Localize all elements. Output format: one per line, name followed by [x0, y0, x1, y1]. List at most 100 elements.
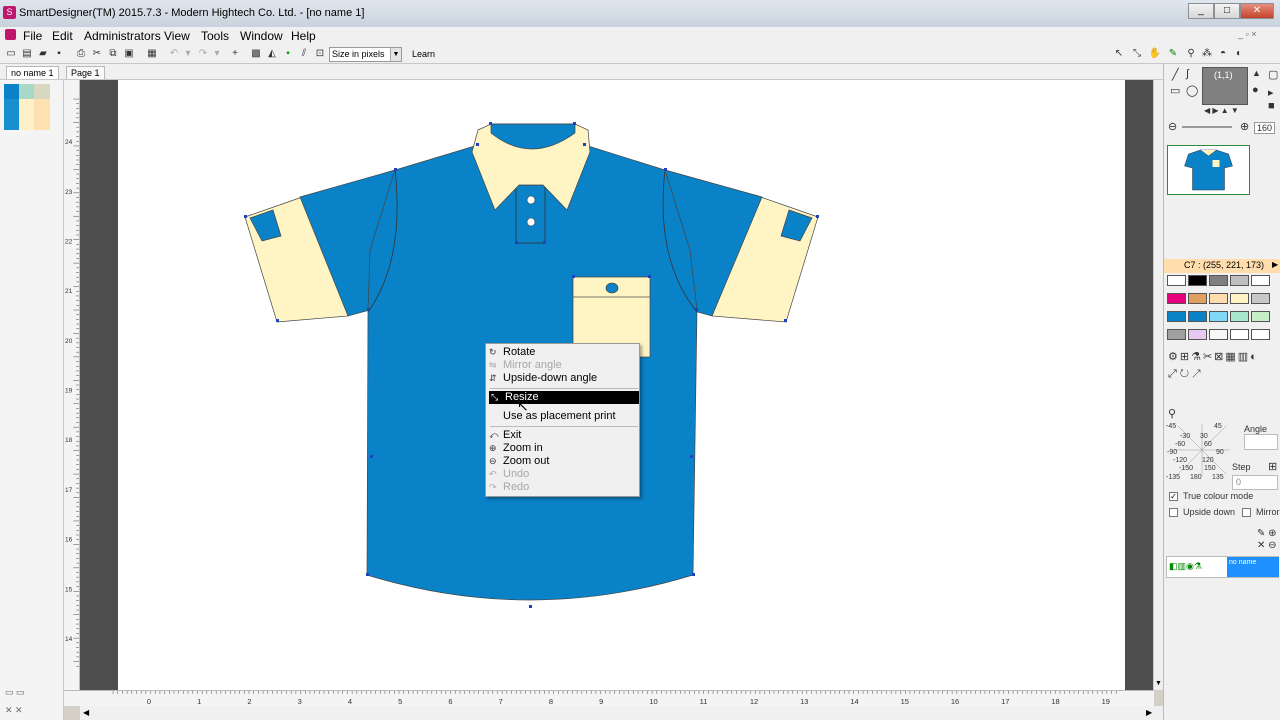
fill-icon[interactable]: ◭ — [265, 47, 279, 61]
menu-item-undo[interactable]: ↶ Undo — [487, 468, 639, 481]
chevron-down-icon[interactable]: ▼ — [390, 48, 401, 61]
bucket-icon[interactable]: ◓ — [1216, 47, 1230, 61]
brush-icon[interactable]: ✎ — [1166, 47, 1180, 61]
mdi-controls[interactable]: _ ▫ × — [1238, 29, 1256, 39]
palette-swatch[interactable] — [1167, 329, 1186, 340]
point-icon[interactable]: ▪ — [281, 47, 295, 61]
vertical-scrollbar[interactable]: ▼ — [1153, 80, 1163, 690]
copy-icon[interactable]: ⧉ — [106, 47, 120, 61]
folder-icon[interactable]: ▰ — [36, 47, 50, 61]
palette-swatch[interactable] — [1230, 329, 1249, 340]
undo-dropdown-icon[interactable]: ▾ — [181, 47, 195, 61]
layer-tools-icons-2[interactable]: ✕ ⊖ — [1257, 540, 1277, 551]
line-tool-icon[interactable]: ⫽ — [297, 47, 311, 61]
upside-down-checkbox[interactable] — [1169, 508, 1178, 517]
palette-swatch[interactable] — [1167, 275, 1186, 286]
print-icon[interactable]: ⎙ — [74, 47, 88, 61]
zoom-in-icon[interactable]: ⊕ — [1240, 120, 1249, 133]
menu-item-exit[interactable]: ⤺ Exit — [487, 429, 639, 442]
spray-icon[interactable]: ⁂ — [1200, 47, 1214, 61]
zoom-slider[interactable] — [1182, 126, 1232, 128]
redo-icon[interactable]: ↷ — [196, 47, 210, 61]
open-icon[interactable]: ▤ — [20, 47, 34, 61]
tab-no-name-1[interactable]: no name 1 — [6, 66, 59, 79]
palette-swatch[interactable] — [1188, 311, 1207, 322]
eyedropper-icon[interactable]: ⚲ — [1184, 47, 1198, 61]
palette-swatch[interactable] — [1230, 275, 1249, 286]
zoom-out-icon[interactable]: ⊖ — [1168, 120, 1177, 133]
pointer-icon[interactable]: ↖ — [1112, 47, 1126, 61]
menu-item-upside-down-angle[interactable]: ⇵ Upside-down angle — [487, 372, 639, 385]
scroll-left-icon[interactable]: ◀ — [83, 708, 89, 717]
palette-tools-icons[interactable]: ⚙⊞⚗✂⊠▦▥◐ — [1168, 350, 1259, 363]
transform-tools-icons[interactable]: ⤢↻↗ — [1168, 368, 1204, 381]
line-tool-icon[interactable]: ╱ — [1172, 68, 1179, 81]
cut-icon[interactable]: ✂ — [90, 47, 104, 61]
menu-item-resize[interactable]: ⤡ Resize — [489, 391, 639, 404]
menu-item-rotate[interactable]: ↻ Rotate — [487, 346, 639, 359]
size-mode-select[interactable]: Size in pixels ▼ — [329, 47, 402, 62]
redo-dropdown-icon[interactable]: ▾ — [210, 47, 224, 61]
zoom-value[interactable]: 160 — [1254, 122, 1276, 134]
palette-swatch[interactable] — [1230, 311, 1249, 322]
menu-help[interactable]: Help — [291, 29, 316, 43]
palette-swatch[interactable] — [1167, 293, 1186, 304]
lock-icon[interactable]: ⊡ — [313, 47, 327, 61]
layer-visibility-icons[interactable]: ◧▥◉⚗ — [1169, 561, 1202, 572]
palette-swatch[interactable] — [1209, 293, 1228, 304]
angle-field[interactable] — [1244, 434, 1278, 450]
horizontal-scrollbar[interactable]: ◀ ▶ — [80, 706, 1163, 720]
maximize-button[interactable]: □ — [1214, 3, 1240, 19]
new-icon[interactable]: ▭ — [4, 47, 18, 61]
palette-swatch[interactable] — [1188, 293, 1207, 304]
palette-swatch[interactable] — [1167, 311, 1186, 322]
angle-tool-icon[interactable]: ⚲ — [1168, 407, 1176, 420]
step-field[interactable]: 0 — [1232, 475, 1278, 490]
palette-swatch[interactable] — [1251, 311, 1270, 322]
grid-icon[interactable]: ▦ — [145, 47, 159, 61]
paste-icon[interactable]: ▣ — [122, 47, 136, 61]
menu-edit[interactable]: Edit — [52, 29, 73, 43]
crosshair-icon[interactable]: + — [228, 47, 242, 61]
palette-swatch[interactable] — [1209, 329, 1228, 340]
menu-item-zoom-in[interactable]: ⊕ Zoom in — [487, 442, 639, 455]
menu-administrators[interactable]: Administrators — [84, 29, 161, 43]
close-button[interactable]: ✕ — [1240, 3, 1274, 19]
menu-item-placement-print[interactable]: Use as placement print — [487, 410, 639, 423]
rectangle-tool-icon[interactable]: ▭ — [1170, 84, 1180, 97]
palette-swatch[interactable] — [1188, 275, 1207, 286]
page-thumbnail[interactable] — [4, 84, 50, 130]
menu-window[interactable]: Window — [240, 29, 283, 43]
zoom-field-icon[interactable]: ▢ — [1268, 68, 1278, 81]
page-nav-icons[interactable]: ▭ ▭ — [5, 687, 25, 698]
palette-swatch[interactable] — [1209, 275, 1228, 286]
scroll-down-icon[interactable]: ▼ — [1155, 680, 1162, 687]
true-colour-checkbox[interactable]: ✓ — [1169, 492, 1178, 501]
palette-swatch[interactable] — [1188, 329, 1207, 340]
step-grid-icon[interactable]: ⊞ — [1268, 460, 1277, 473]
learn-button[interactable]: Learn — [412, 49, 435, 59]
arrow-tool-icon[interactable]: ▸ — [1268, 86, 1274, 99]
select-move-icon[interactable]: ⤡ — [1130, 47, 1144, 61]
curve-tool-icon[interactable]: ∫ — [1186, 68, 1189, 80]
circle-fill-icon[interactable]: ● — [1252, 84, 1259, 96]
tab-page-1[interactable]: Page 1 — [66, 66, 105, 79]
palette-swatch[interactable] — [1251, 329, 1270, 340]
menu-view[interactable]: View — [164, 29, 190, 43]
save-icon[interactable]: ▪ — [52, 47, 66, 61]
document-icon[interactable] — [5, 29, 16, 40]
chevron-right-icon[interactable]: ▶ — [1272, 260, 1278, 269]
layer-highlight[interactable]: no name — [1227, 557, 1279, 577]
ellipse-tool-icon[interactable]: ◯ — [1186, 84, 1198, 97]
preview-nav-icons[interactable]: ◀ ▶ ▲ ▼ — [1204, 106, 1239, 115]
blob-icon[interactable]: ◐ — [1232, 47, 1246, 61]
mirror-checkbox[interactable] — [1242, 508, 1251, 517]
design-thumbnail[interactable] — [1167, 145, 1250, 195]
scroll-right-icon[interactable]: ▶ — [1146, 708, 1152, 717]
triangle-tool-icon[interactable]: ▲ — [1252, 68, 1261, 78]
menu-item-mirror-angle[interactable]: ⇋ Mirror angle — [487, 359, 639, 372]
menu-item-zoom-out[interactable]: ⊖ Zoom out — [487, 455, 639, 468]
undo-icon[interactable]: ↶ — [167, 47, 181, 61]
menu-item-redo[interactable]: ↷ Redo — [487, 481, 639, 494]
palette-swatch[interactable] — [1251, 275, 1270, 286]
